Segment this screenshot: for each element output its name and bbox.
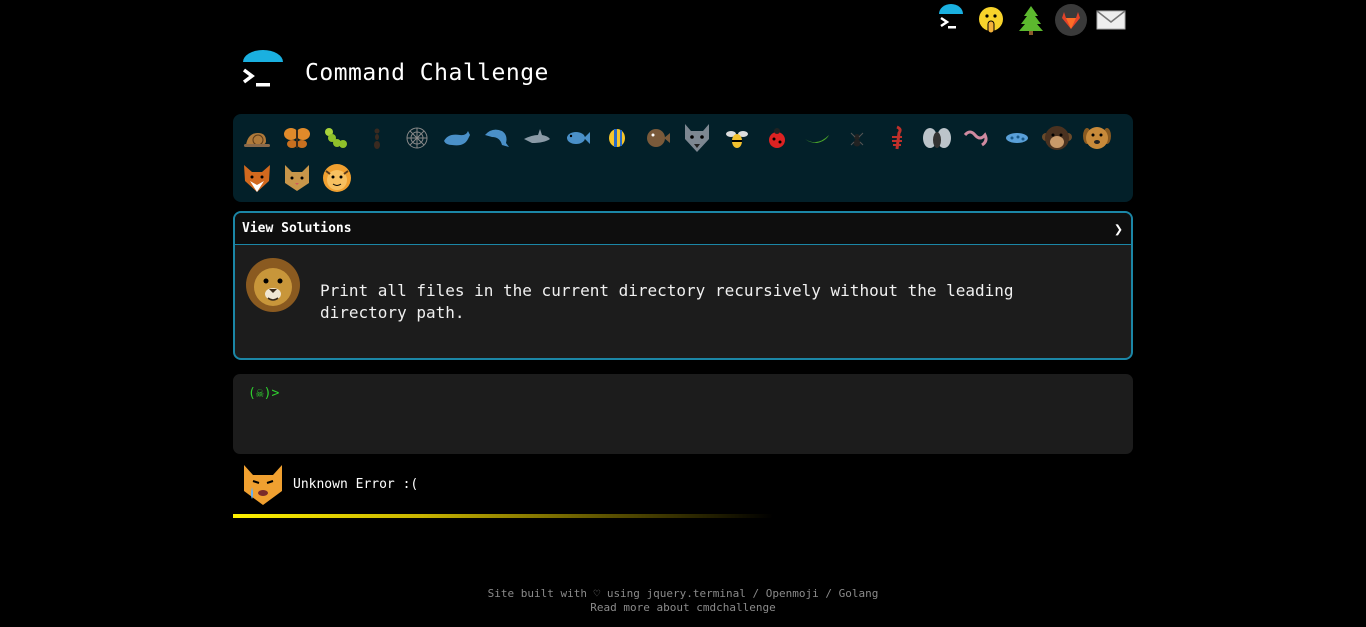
worm-icon[interactable]: [957, 118, 997, 158]
view-solutions-toggle[interactable]: View Solutions ❯: [235, 213, 1131, 245]
shushing-face-icon[interactable]: [975, 4, 1007, 36]
cmdchallenge-logo[interactable]: [240, 50, 286, 96]
footer-credit-text: Site built with ♡ using: [487, 587, 647, 600]
butterfly-icon[interactable]: [277, 118, 317, 158]
scorpion-icon[interactable]: [877, 118, 917, 158]
dog-icon[interactable]: [1077, 118, 1117, 158]
microbe-icon[interactable]: [997, 118, 1037, 158]
ant-icon[interactable]: [357, 118, 397, 158]
status-text: Unknown Error :(: [293, 476, 419, 492]
tropical-fish-icon[interactable]: [597, 118, 637, 158]
golang-link[interactable]: Golang: [839, 587, 879, 600]
challenge-description: Print all files in the current directory…: [320, 281, 1014, 322]
footer: Site built with ♡ using jquery.terminal …: [0, 587, 1366, 615]
page-title: Command Challenge: [305, 60, 549, 86]
caterpillar-icon[interactable]: [317, 118, 357, 158]
spider-web-icon[interactable]: [397, 118, 437, 158]
terminal[interactable]: (☠)>: [233, 374, 1133, 454]
shark-icon[interactable]: [517, 118, 557, 158]
crying-cat-icon: [244, 465, 282, 505]
snail-icon[interactable]: [237, 118, 277, 158]
lion-icon: [246, 258, 300, 312]
view-solutions-label: View Solutions: [242, 221, 352, 236]
footer-separator: /: [745, 587, 766, 600]
tree-icon[interactable]: [1015, 4, 1047, 36]
footer-separator: /: [818, 587, 839, 600]
read-more-link[interactable]: Read more about cmdchallenge: [590, 601, 775, 614]
chevron-right-icon: ❯: [1113, 219, 1123, 238]
wolf-icon[interactable]: [677, 118, 717, 158]
cucumber-icon[interactable]: [797, 118, 837, 158]
bee-icon[interactable]: [717, 118, 757, 158]
top-nav: [935, 4, 1127, 36]
cmdchallenge-icon[interactable]: [935, 4, 967, 36]
pufferfish-icon[interactable]: [637, 118, 677, 158]
status-message: Unknown Error :(: [240, 461, 418, 507]
openmoji-link[interactable]: Openmoji: [766, 587, 819, 600]
cat-icon[interactable]: [277, 158, 317, 198]
challenge-panel: View Solutions ❯ Print all files in the …: [233, 211, 1133, 360]
progress-bar: [233, 514, 773, 518]
challenge-list: [233, 114, 1133, 202]
page-header: Command Challenge: [240, 50, 549, 96]
dolphin-icon[interactable]: [477, 118, 517, 158]
fly-icon[interactable]: [917, 118, 957, 158]
gitlab-icon[interactable]: [1055, 4, 1087, 36]
terminal-prompt: (☠)>: [248, 386, 280, 401]
fish-icon[interactable]: [557, 118, 597, 158]
spider-icon[interactable]: [837, 118, 877, 158]
tiger-icon[interactable]: [317, 158, 357, 198]
lady-beetle-icon[interactable]: [757, 118, 797, 158]
monkey-icon[interactable]: [1037, 118, 1077, 158]
jquery-terminal-link[interactable]: jquery.terminal: [647, 587, 746, 600]
whale-icon[interactable]: [437, 118, 477, 158]
mail-icon[interactable]: [1095, 4, 1127, 36]
fox-icon[interactable]: [237, 158, 277, 198]
